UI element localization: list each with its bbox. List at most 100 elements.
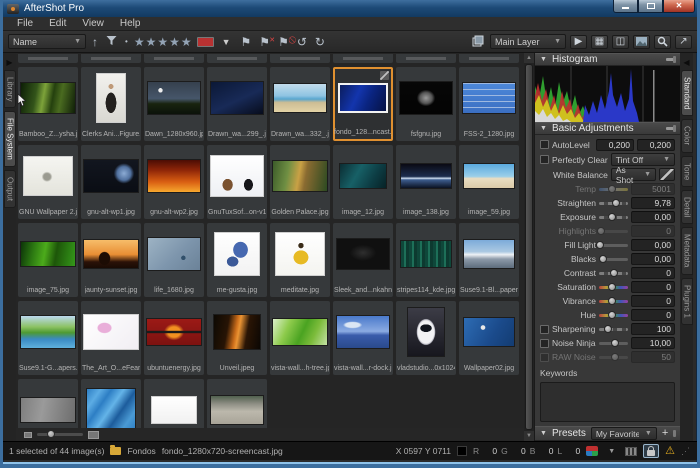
slider-value[interactable]: 0 bbox=[631, 309, 675, 321]
slider-thumb[interactable] bbox=[596, 241, 604, 249]
white-balance-dropper-icon[interactable] bbox=[659, 168, 675, 181]
thumbnail-cell-cutoff[interactable] bbox=[396, 54, 456, 63]
collapse-triangle-icon[interactable]: ▼ bbox=[540, 56, 547, 63]
thumbnail-cell[interactable]: gnu-alt-wp2.jpg bbox=[144, 145, 204, 219]
pin-icon[interactable] bbox=[666, 58, 675, 61]
close-button[interactable]: ✕ bbox=[663, 0, 695, 13]
slider-thumb[interactable] bbox=[604, 325, 612, 333]
maximize-button[interactable] bbox=[638, 0, 663, 13]
slider-value[interactable]: 100 bbox=[631, 323, 675, 335]
presets-header[interactable]: ▼ Presets My Favorites ▼ + bbox=[535, 426, 680, 441]
rotate-left-icon[interactable]: ↺ bbox=[295, 36, 309, 48]
lock-icon[interactable] bbox=[643, 444, 659, 458]
scroll-down-icon[interactable]: ▼ bbox=[524, 431, 534, 441]
thumbnail-cell[interactable]: Bamboo_Z...ysha.jpg bbox=[18, 67, 78, 141]
thumbnail-cell[interactable]: Clerks Ani...Figure.jpg bbox=[81, 67, 141, 141]
raw-noise-checkbox[interactable] bbox=[540, 353, 549, 362]
panel-tab-standard[interactable]: Standard bbox=[681, 70, 693, 116]
autolevel-checkbox[interactable] bbox=[540, 140, 549, 149]
autolevel-value-2[interactable]: 0,200 bbox=[637, 139, 675, 151]
slider-value[interactable]: 0,00 bbox=[631, 253, 675, 265]
thumbnail-cell[interactable] bbox=[207, 379, 267, 428]
thumbnail-cell[interactable]: fondo_128...ncast.jpg bbox=[333, 67, 393, 141]
slider-thumb[interactable] bbox=[608, 297, 616, 305]
fullscreen-icon[interactable]: ↗ bbox=[675, 35, 692, 49]
sort-ascending-icon[interactable]: ↑ bbox=[90, 36, 100, 48]
slider-track[interactable] bbox=[599, 258, 628, 261]
sidebar-tab-library[interactable]: Library bbox=[4, 70, 16, 108]
thumbnail-cell[interactable] bbox=[18, 379, 78, 428]
split-view-icon[interactable]: ◫ bbox=[612, 35, 629, 49]
thumbnail-cell[interactable]: FSS-2_1280.jpg bbox=[459, 67, 519, 141]
slider-track[interactable] bbox=[599, 314, 628, 317]
color-label-swatch[interactable] bbox=[197, 37, 214, 47]
slider-value[interactable]: 0 bbox=[631, 295, 675, 307]
thumbnail-cell[interactable]: The_Art_O...eFear.jpg bbox=[81, 301, 141, 375]
menu-item-help[interactable]: Help bbox=[112, 18, 149, 29]
thumbnail-cell[interactable]: life_1680.jpg bbox=[144, 223, 204, 297]
thumbnail-cell[interactable]: Dawn_1280x960.jpg bbox=[144, 67, 204, 141]
thumbnail-cell[interactable]: vista-wall...h-tree.jpg bbox=[270, 301, 330, 375]
slider-track[interactable] bbox=[599, 272, 628, 275]
slider-track[interactable] bbox=[599, 328, 628, 331]
color-profile-icon[interactable] bbox=[586, 446, 598, 456]
slider-track[interactable] bbox=[599, 188, 628, 191]
scrollbar-thumb[interactable] bbox=[525, 64, 533, 430]
slider-value[interactable]: 0 bbox=[631, 281, 675, 293]
thumbnail-cell[interactable]: Suse9.1-Bl...papers.jpg bbox=[459, 223, 519, 297]
noise-ninja-checkbox[interactable] bbox=[540, 339, 549, 348]
thumbnail-cell[interactable]: stripes114_kde.jpg bbox=[396, 223, 456, 297]
thumbnail-cell[interactable]: GNU Wallpaper 2.jpg bbox=[18, 145, 78, 219]
slider-track[interactable] bbox=[599, 244, 628, 247]
thumbnail-cell[interactable]: GnuTuxSof...on-v1.jpg bbox=[207, 145, 267, 219]
slider-track[interactable] bbox=[599, 202, 628, 205]
slider-thumb[interactable] bbox=[612, 199, 620, 207]
thumbnail-cell[interactable]: Drawn_wa...299_.jpg bbox=[207, 67, 267, 141]
slider-value[interactable]: 5001 bbox=[631, 183, 675, 195]
thumbnail-size-slider[interactable] bbox=[37, 433, 83, 436]
minimize-button[interactable] bbox=[613, 0, 638, 13]
title-bar[interactable]: AfterShot Pro ✕ bbox=[3, 0, 697, 17]
thumbnail-cell[interactable]: image_138.jpg bbox=[396, 145, 456, 219]
slider-thumb[interactable] bbox=[611, 353, 619, 361]
basic-adjustments-header[interactable]: ▼ Basic Adjustments bbox=[535, 122, 680, 135]
slider-track[interactable] bbox=[599, 216, 628, 219]
grid-scrollbar[interactable]: ▲ ▼ bbox=[524, 53, 534, 441]
keywords-input[interactable] bbox=[540, 382, 675, 422]
rotate-right-icon[interactable]: ↻ bbox=[313, 36, 327, 48]
slider-value[interactable]: 10,00 bbox=[631, 337, 675, 349]
layer-dropdown[interactable]: Main Layer ▼ bbox=[490, 34, 566, 49]
slider-thumb[interactable] bbox=[610, 269, 618, 277]
panel-tab-metadata[interactable]: Metadata bbox=[681, 227, 693, 274]
autolevel-value-1[interactable]: 0,200 bbox=[596, 139, 634, 151]
presets-favorites-dropdown[interactable]: My Favorites ▼ bbox=[591, 427, 657, 440]
thumbnail-view-icon[interactable]: ▦ bbox=[591, 35, 608, 49]
thumbnail-cell[interactable]: me-gusta.jpg bbox=[207, 223, 267, 297]
panel-tab-color[interactable]: Color bbox=[681, 119, 693, 152]
color-label-dropdown-icon[interactable]: ▼ bbox=[218, 34, 235, 49]
image-view-icon[interactable] bbox=[633, 35, 650, 49]
thumbnail-cell[interactable] bbox=[81, 379, 141, 428]
slider-thumb[interactable] bbox=[608, 283, 616, 291]
collapse-triangle-icon[interactable]: ▼ bbox=[540, 430, 547, 437]
collapse-left-arrow-icon[interactable]: ▶ bbox=[6, 59, 12, 67]
menu-item-view[interactable]: View bbox=[74, 18, 112, 29]
slider-value[interactable]: 0 bbox=[631, 267, 675, 279]
panel-tab-tone[interactable]: Tone bbox=[681, 156, 693, 187]
thumbnail-cell[interactable]: Sleek_and...nkahn.jpg bbox=[333, 223, 393, 297]
collapse-right-arrow-icon[interactable]: ◀ bbox=[683, 59, 689, 67]
thumbnail-cell[interactable]: image_12.jpg bbox=[333, 145, 393, 219]
flag-unflag-icon[interactable]: ⚑✕ bbox=[257, 36, 272, 48]
layers-icon[interactable] bbox=[470, 35, 486, 49]
sidebar-tab-file-system[interactable]: File System bbox=[4, 111, 16, 167]
slider-thumb[interactable] bbox=[608, 311, 616, 319]
scroll-up-icon[interactable]: ▲ bbox=[524, 53, 534, 63]
thumbnail-cell[interactable]: vladstudio...0x1024.jpg bbox=[396, 301, 456, 375]
white-balance-dropdown[interactable]: As Shot ▼ bbox=[611, 168, 656, 181]
slider-thumb[interactable] bbox=[599, 255, 607, 263]
thumbnail-cell-cutoff[interactable] bbox=[144, 54, 204, 63]
slider-value[interactable]: 0,00 bbox=[631, 239, 675, 251]
panel-tab-plugins-1[interactable]: Plugins 1 bbox=[681, 278, 693, 325]
slider-track[interactable] bbox=[599, 286, 628, 289]
thumbnail-cell[interactable]: Suse9.1-G...apers.jpg bbox=[18, 301, 78, 375]
